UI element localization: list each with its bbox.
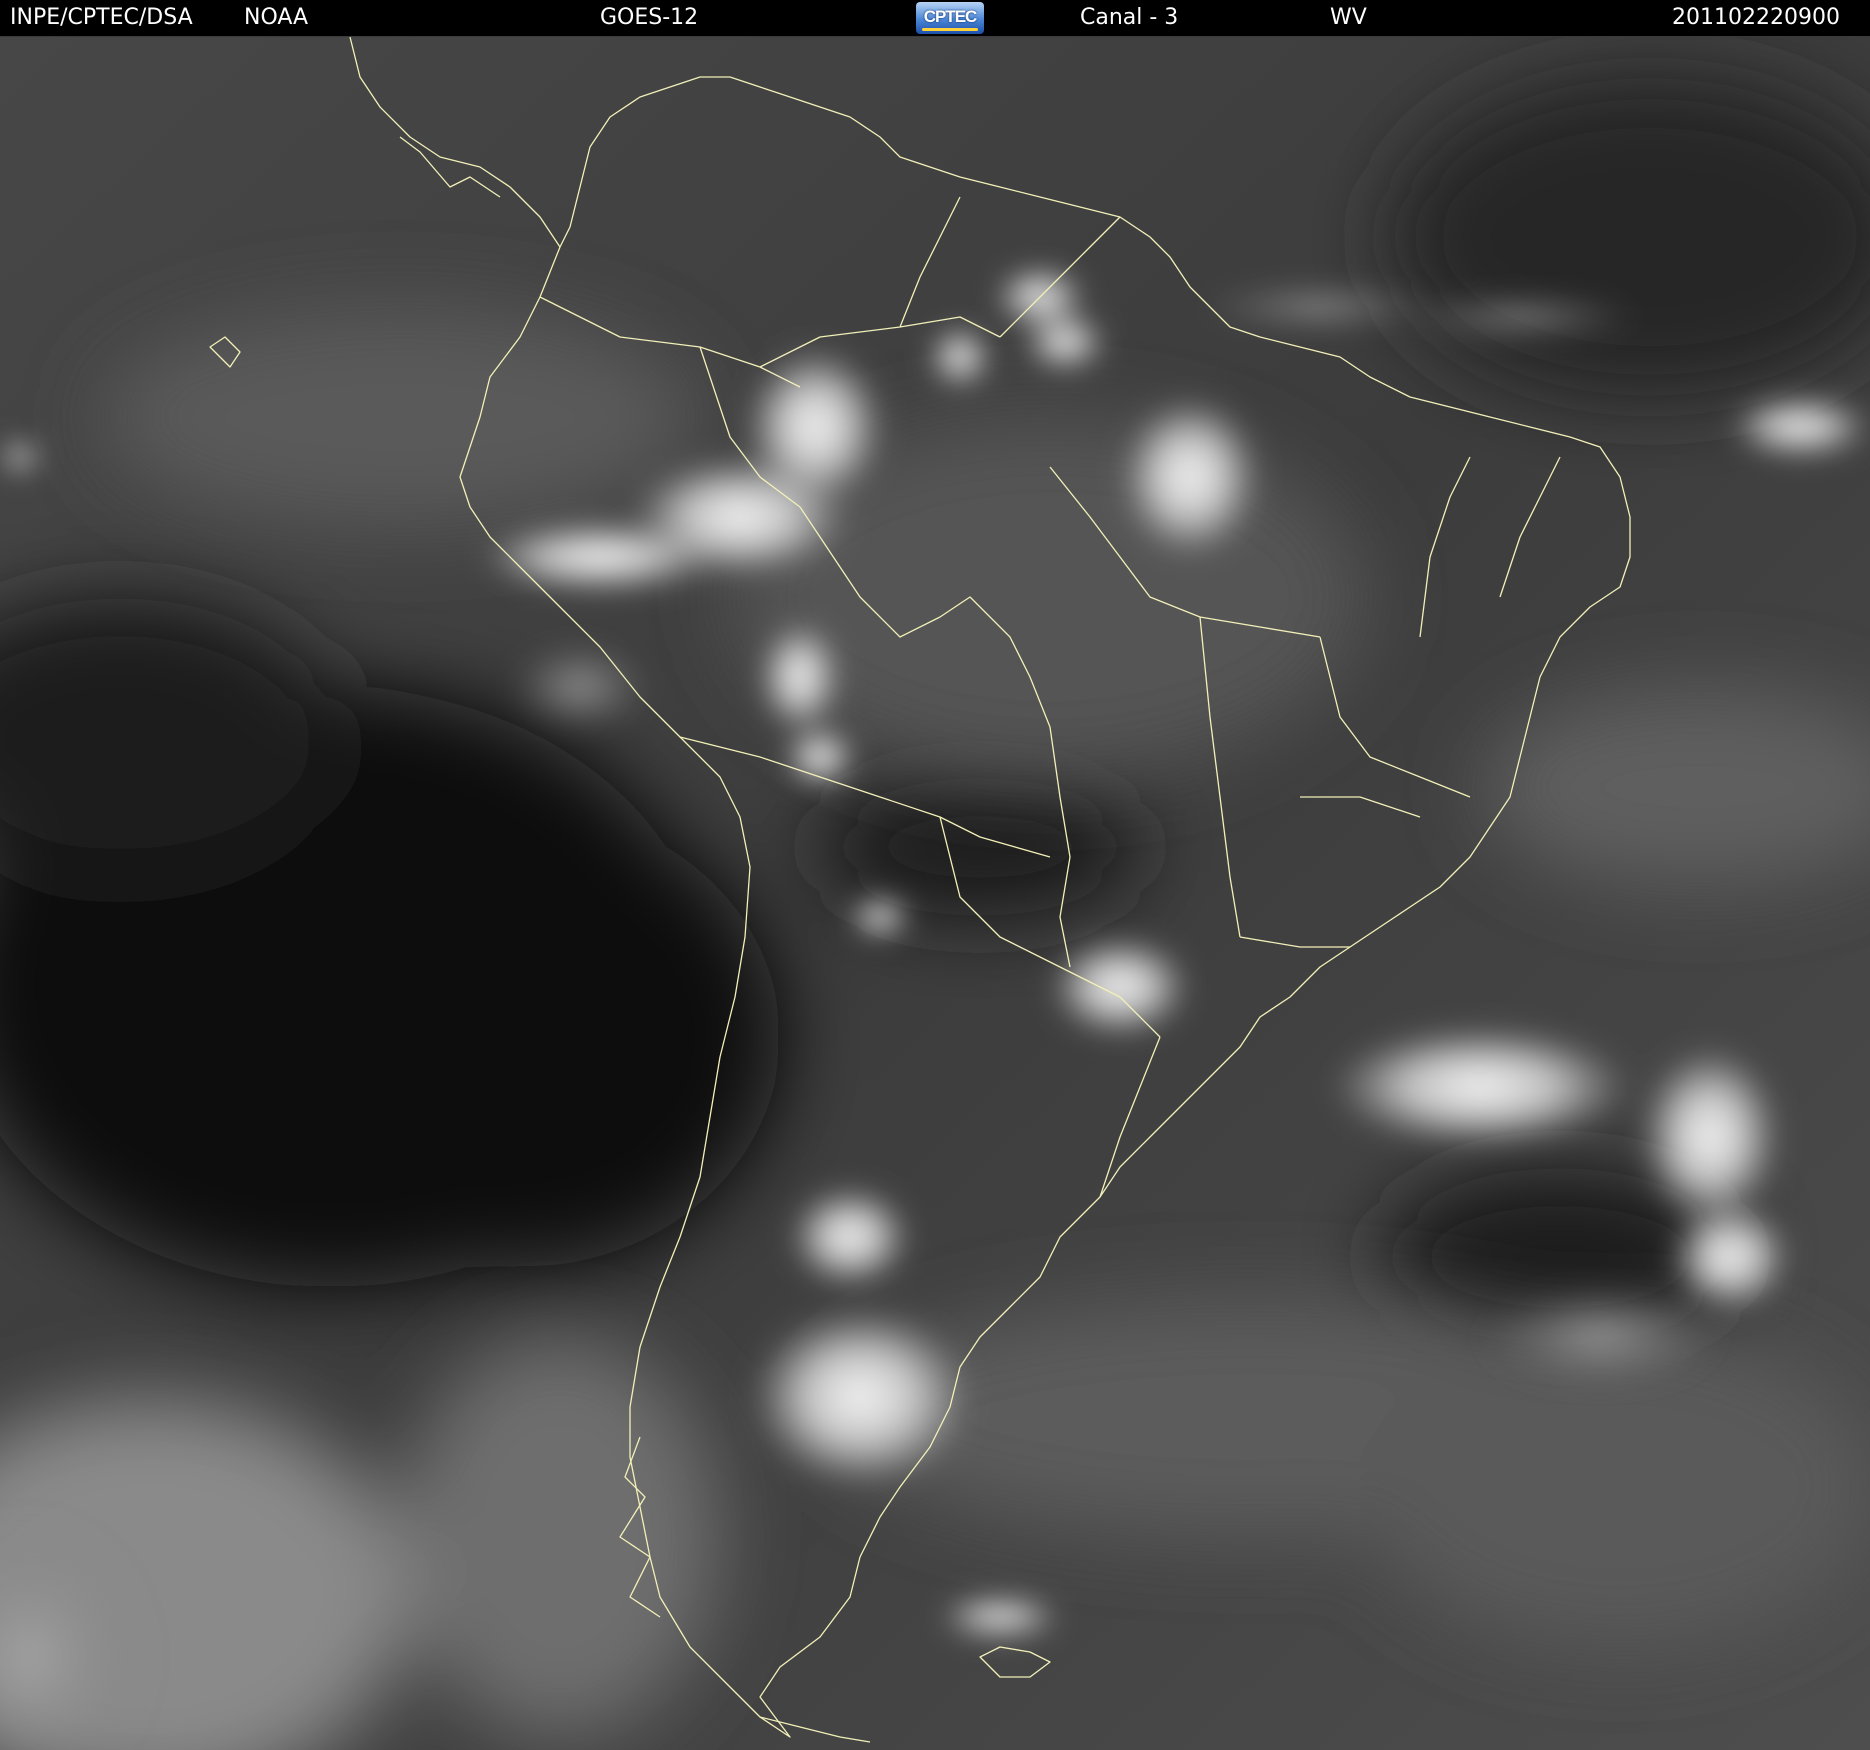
satellite-label: GOES-12	[600, 5, 699, 30]
organization-label: INPE/CPTEC/DSA	[10, 5, 193, 30]
band-label: WV	[1330, 5, 1367, 30]
cptec-logo: CPTEC	[916, 2, 984, 34]
satellite-image-area	[0, 37, 1870, 1750]
agency-label: NOAA	[244, 5, 309, 30]
channel-label: Canal - 3	[1080, 5, 1179, 30]
satellite-map	[0, 37, 1870, 1750]
logo-swoosh	[922, 28, 978, 31]
image-header-bar: INPE/CPTEC/DSA NOAA GOES-12 CPTEC Canal …	[0, 0, 1870, 37]
timestamp-label: 201102220900	[1672, 5, 1840, 30]
